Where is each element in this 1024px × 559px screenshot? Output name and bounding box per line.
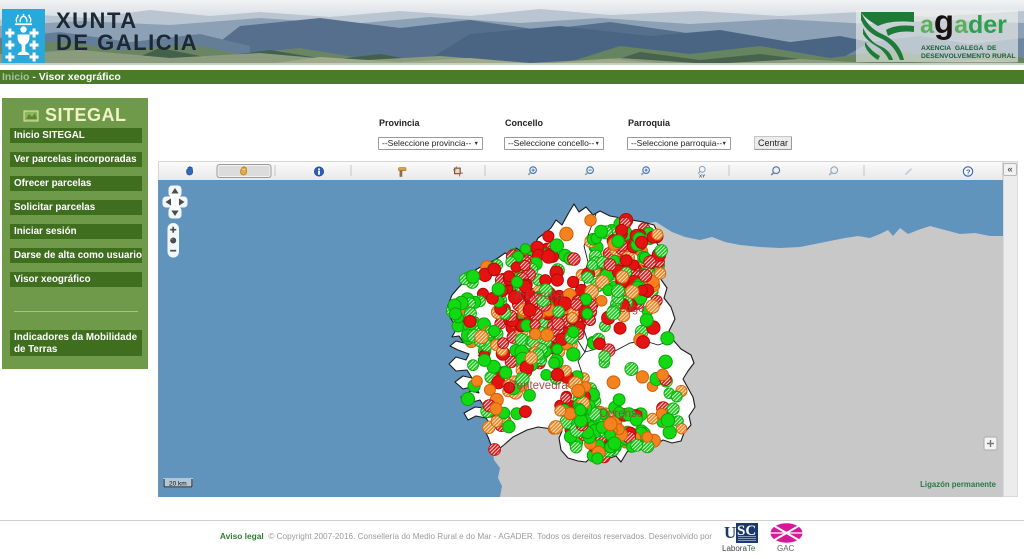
svg-text:Ligazón permanente: Ligazón permanente [920,480,996,489]
svg-text:20 km: 20 km [169,481,187,488]
svg-text:A Coruña: A Coruña [515,290,564,302]
svg-text:Pontevedra: Pontevedra [509,380,568,392]
svg-text:XY: XY [699,173,705,178]
svg-text:Ourense: Ourense [599,408,643,420]
svg-text:?: ? [966,167,971,176]
svg-text:Lugo: Lugo [619,303,645,315]
